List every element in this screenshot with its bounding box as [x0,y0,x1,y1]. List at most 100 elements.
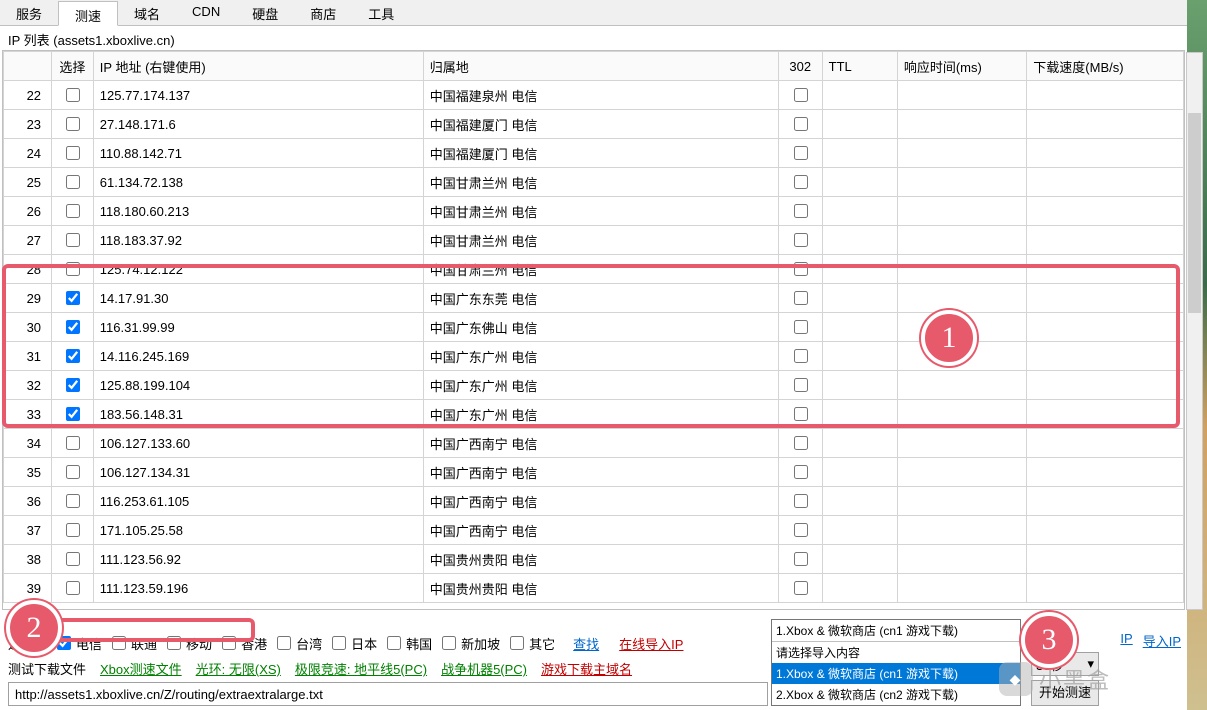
row-select-cell[interactable] [52,284,94,313]
test-file-link[interactable]: 战争机器5(PC) [441,659,527,678]
import-dropdown[interactable]: 1.Xbox & 微软商店 (cn1 游戏下载) 请选择导入内容 1.Xbox … [771,619,1021,706]
carrier-checkbox-移动[interactable]: 移动 [163,633,212,653]
test-file-link[interactable]: 光环: 无限(XS) [196,659,281,678]
test-file-link[interactable]: Xbox测速文件 [100,659,182,678]
table-row[interactable]: 3114.116.245.169中国广东广州 电信 [4,342,1184,371]
row-302-cell[interactable] [778,197,822,226]
col-ttl[interactable]: TTL [822,52,897,81]
row-select-cell[interactable] [52,574,94,603]
row-ip[interactable]: 183.56.148.31 [93,400,423,429]
row-select-cell[interactable] [52,400,94,429]
carrier-checkbox-input[interactable] [277,636,291,650]
col-302[interactable]: 302 [778,52,822,81]
carrier-checkbox-input[interactable] [112,636,126,650]
row-ip[interactable]: 171.105.25.58 [93,516,423,545]
col-num[interactable] [4,52,52,81]
table-row[interactable]: 24110.88.142.71中国福建厦门 电信 [4,139,1184,168]
row-ip[interactable]: 14.17.91.30 [93,284,423,313]
row-ip[interactable]: 61.134.72.138 [93,168,423,197]
row-302-cell[interactable] [778,545,822,574]
table-row[interactable]: 38111.123.56.92中国贵州贵阳 电信 [4,545,1184,574]
tab-商店[interactable]: 商店 [294,0,352,25]
test-file-link[interactable]: 游戏下载主域名 [541,659,632,678]
row-ip[interactable]: 116.253.61.105 [93,487,423,516]
row-select-checkbox[interactable] [66,262,80,276]
row-302-cell[interactable] [778,110,822,139]
row-select-checkbox[interactable] [66,436,80,450]
table-row[interactable]: 26118.180.60.213中国甘肃兰州 电信 [4,197,1184,226]
row-ip[interactable]: 125.77.174.137 [93,81,423,110]
row-302-checkbox[interactable] [794,117,808,131]
row-302-cell[interactable] [778,226,822,255]
row-302-checkbox[interactable] [794,552,808,566]
row-302-checkbox[interactable] [794,320,808,334]
row-select-cell[interactable] [52,168,94,197]
tab-域名[interactable]: 域名 [118,0,176,25]
row-select-checkbox[interactable] [66,291,80,305]
dropdown-option[interactable]: 2.Xbox & 微软商店 (cn2 游戏下载) [772,684,1020,705]
row-select-checkbox[interactable] [66,320,80,334]
carrier-checkbox-新加坡[interactable]: 新加坡 [438,633,500,653]
col-select[interactable]: 选择 [52,52,94,81]
row-select-checkbox[interactable] [66,465,80,479]
row-ip[interactable]: 118.183.37.92 [93,226,423,255]
tab-工具[interactable]: 工具 [352,0,410,25]
row-302-cell[interactable] [778,400,822,429]
table-row[interactable]: 2561.134.72.138中国甘肃兰州 电信 [4,168,1184,197]
carrier-checkbox-input[interactable] [222,636,236,650]
table-row[interactable]: 22125.77.174.137中国福建泉州 电信 [4,81,1184,110]
table-row[interactable]: 35106.127.134.31中国广西南宁 电信 [4,458,1184,487]
table-row[interactable]: 36116.253.61.105中国广西南宁 电信 [4,487,1184,516]
row-302-checkbox[interactable] [794,465,808,479]
tab-CDN[interactable]: CDN [176,0,236,25]
row-select-cell[interactable] [52,81,94,110]
row-select-checkbox[interactable] [66,552,80,566]
table-row[interactable]: 39111.123.59.196中国贵州贵阳 电信 [4,574,1184,603]
carrier-checkbox-其它[interactable]: 其它 [506,633,555,653]
start-test-button[interactable]: 开始测速 [1031,680,1099,706]
carrier-checkbox-input[interactable] [510,636,524,650]
row-302-checkbox[interactable] [794,581,808,595]
col-response-time[interactable]: 响应时间(ms) [897,52,1026,81]
row-select-cell[interactable] [52,255,94,284]
dropdown-selected[interactable]: 1.Xbox & 微软商店 (cn1 游戏下载) [772,620,1020,642]
row-select-checkbox[interactable] [66,146,80,160]
row-select-checkbox[interactable] [66,233,80,247]
row-select-cell[interactable] [52,458,94,487]
table-row[interactable]: 2327.148.171.6中国福建厦门 电信 [4,110,1184,139]
row-select-checkbox[interactable] [66,494,80,508]
row-select-cell[interactable] [52,313,94,342]
row-302-checkbox[interactable] [794,88,808,102]
scrollbar-thumb[interactable] [1188,113,1201,313]
tab-服务[interactable]: 服务 [0,0,58,25]
row-ip[interactable]: 125.74.12.122 [93,255,423,284]
row-select-checkbox[interactable] [66,349,80,363]
row-302-cell[interactable] [778,168,822,197]
row-302-checkbox[interactable] [794,523,808,537]
col-location[interactable]: 归属地 [423,52,778,81]
row-302-cell[interactable] [778,516,822,545]
row-ip[interactable]: 106.127.134.31 [93,458,423,487]
table-row[interactable]: 37171.105.25.58中国广西南宁 电信 [4,516,1184,545]
find-link[interactable]: 查找 [573,634,599,653]
row-302-cell[interactable] [778,574,822,603]
tab-测速[interactable]: 测速 [58,1,118,26]
row-302-cell[interactable] [778,81,822,110]
row-select-checkbox[interactable] [66,88,80,102]
import-ip-link[interactable]: 导入IP [1143,631,1181,650]
row-302-cell[interactable] [778,487,822,516]
row-select-cell[interactable] [52,429,94,458]
dropdown-option[interactable]: 1.Xbox & 微软商店 (cn1 游戏下载) [772,663,1020,684]
row-ip[interactable]: 125.88.199.104 [93,371,423,400]
test-url-input[interactable] [8,682,768,706]
row-302-checkbox[interactable] [794,175,808,189]
carrier-checkbox-联通[interactable]: 联通 [108,633,157,653]
carrier-checkbox-台湾[interactable]: 台湾 [273,633,322,653]
row-302-cell[interactable] [778,255,822,284]
row-select-cell[interactable] [52,226,94,255]
row-select-cell[interactable] [52,545,94,574]
row-select-checkbox[interactable] [66,581,80,595]
row-302-checkbox[interactable] [794,291,808,305]
row-302-cell[interactable] [778,371,822,400]
row-ip[interactable]: 118.180.60.213 [93,197,423,226]
